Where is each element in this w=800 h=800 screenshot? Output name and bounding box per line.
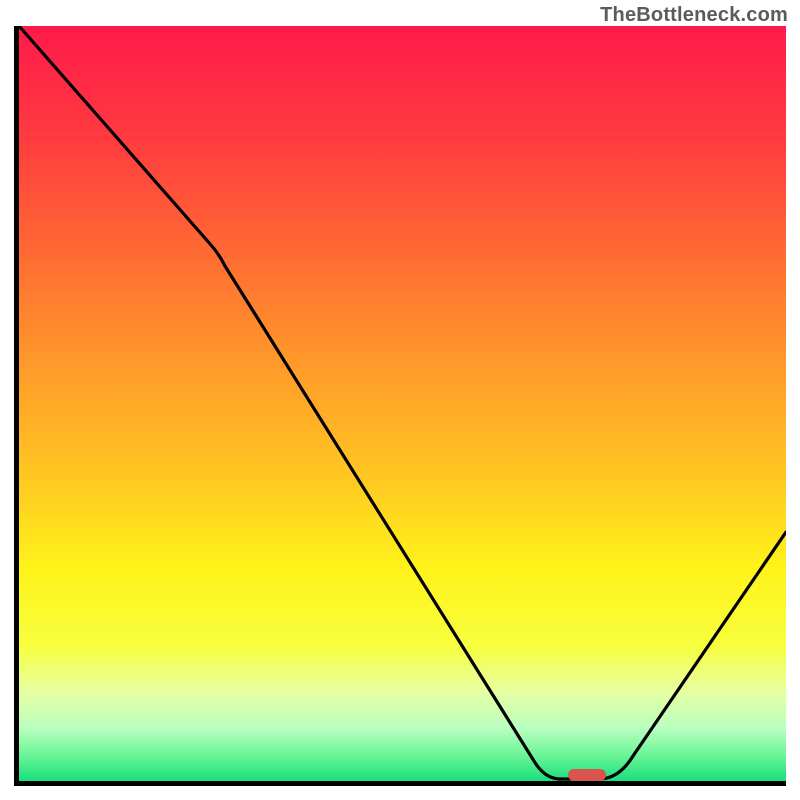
watermark-text: TheBottleneck.com — [600, 4, 788, 27]
bottleneck-curve — [19, 26, 786, 781]
chart-container: TheBottleneck.com — [0, 0, 800, 800]
curve-path — [19, 26, 786, 779]
optimum-marker — [568, 769, 606, 781]
plot-area — [19, 26, 786, 781]
